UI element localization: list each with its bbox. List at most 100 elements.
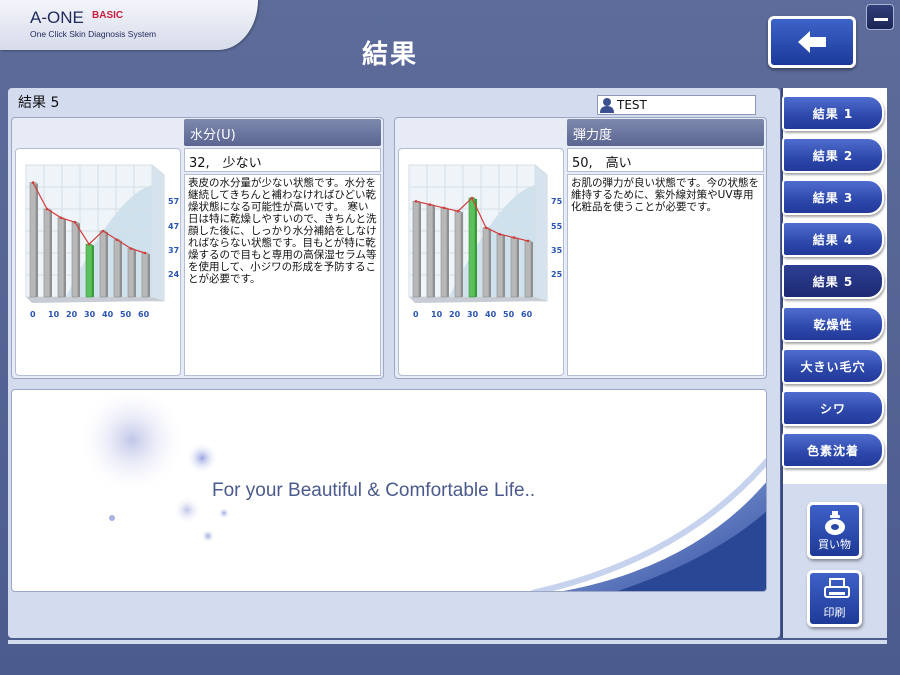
chart-trend-point xyxy=(115,238,119,242)
chart-trend-point xyxy=(59,216,63,220)
chart-bar-side xyxy=(148,254,150,297)
chart-trend-point xyxy=(484,226,488,229)
chart-bar-side xyxy=(134,249,136,297)
chart-bar-side xyxy=(92,245,94,297)
chart-bar xyxy=(482,227,490,298)
chart-bar xyxy=(57,217,65,298)
chart-trend-point xyxy=(101,229,105,233)
metric-panel-moisture: 57 47 37 24 0 10 20 30 40 50 60 水分(U) 32, 少ない 表皮の水… xyxy=(11,117,384,379)
shop-button[interactable]: 買い物 xyxy=(807,502,862,559)
sidebar-item-wrinkles[interactable]: シワ xyxy=(782,390,884,426)
chart-x-tick: 50 xyxy=(503,310,515,319)
chart-bar xyxy=(426,204,434,298)
chart-bar-side xyxy=(120,240,122,297)
sidebar-item-result-1[interactable]: 結果 1 xyxy=(782,95,884,131)
chart-trend-point xyxy=(414,200,418,203)
chart-x-tick: 20 xyxy=(66,310,78,319)
chart-bar xyxy=(127,248,135,298)
chart-y-tick: 25 xyxy=(551,270,563,279)
printer-icon xyxy=(824,578,850,598)
chart-x-tick: 30 xyxy=(84,310,96,319)
chart-bar-side xyxy=(461,212,463,297)
metric-description: 表皮の水分量が少ない状態です。水分を継続してきちんと補わなければひどい乾燥状態に… xyxy=(184,174,381,376)
sidebar-item-dryness[interactable]: 乾燥性 xyxy=(782,306,884,342)
chart-trend-point xyxy=(498,233,502,236)
sidebar-item-result-5[interactable]: 結果 5 xyxy=(782,263,884,299)
chart-y-tick: 24 xyxy=(168,270,180,279)
metric-title: 弾力度 xyxy=(567,119,764,146)
chart-bar-side xyxy=(419,202,421,297)
arrow-left-icon xyxy=(798,31,826,53)
chart-trend-point xyxy=(526,239,530,243)
chart-trend-point xyxy=(45,207,49,211)
chart-trend-point xyxy=(456,209,460,213)
chart-trend-point xyxy=(143,251,147,255)
chart-bar-side xyxy=(36,183,38,297)
chart-bar-side xyxy=(531,241,533,297)
elasticity-chart-svg: 75 55 35 25 0 10 20 30 40 50 60 xyxy=(408,164,563,319)
metric-value: 50, 高い xyxy=(567,148,764,172)
chart-x-tick: 60 xyxy=(138,310,150,319)
chart-bar xyxy=(454,210,462,298)
page-title: 結果 xyxy=(361,40,418,70)
back-button[interactable] xyxy=(768,16,856,68)
sidebar-item-result-2[interactable]: 結果 2 xyxy=(782,137,884,173)
chart-bar-side xyxy=(503,235,505,297)
chart-x-tick: 30 xyxy=(467,310,479,319)
chart-bar xyxy=(43,208,51,298)
metric-value: 32, 少ない xyxy=(184,148,381,172)
chart-bar xyxy=(71,221,79,298)
chart-bar xyxy=(99,230,107,298)
print-button[interactable]: 印刷 xyxy=(807,570,862,627)
minimize-button[interactable] xyxy=(866,4,894,30)
chart-bar xyxy=(524,240,532,298)
chart-bar xyxy=(468,197,476,298)
sidebar-item-pigmentation[interactable]: 色素沈着 xyxy=(782,432,884,468)
chart-trend-point xyxy=(31,181,35,184)
chart-y-tick: 55 xyxy=(551,222,563,231)
result-label: 結果 5 xyxy=(18,95,60,111)
chart-y-tick: 47 xyxy=(168,222,179,231)
bottom-strip xyxy=(8,640,887,644)
chart-bar xyxy=(496,234,504,298)
sidebar-item-result-4[interactable]: 結果 4 xyxy=(782,221,884,257)
shop-label: 買い物 xyxy=(818,538,851,551)
banner-tagline: For your Beautiful & Comfortable Life.. xyxy=(212,480,536,501)
chart-bar xyxy=(440,207,448,298)
cosmetic-jar-icon xyxy=(825,511,845,535)
chart-trend-point xyxy=(442,206,446,210)
user-icon xyxy=(600,98,614,113)
logo-main: A-ONE xyxy=(30,8,84,27)
chart-x-tick: 10 xyxy=(431,310,443,319)
moisture-chart-svg: 57 47 37 24 0 10 20 30 40 50 60 xyxy=(25,164,180,319)
chart-trend-point xyxy=(470,196,474,200)
chart-floor xyxy=(409,297,547,303)
chart-bar xyxy=(85,243,93,298)
banner: For your Beautiful & Comfortable Life.. xyxy=(11,389,767,592)
chart-x-tick: 60 xyxy=(521,310,533,319)
chart-moisture: 57 47 37 24 0 10 20 30 40 50 60 xyxy=(15,148,181,376)
chart-trend-point xyxy=(428,203,432,206)
sidebar-item-result-3[interactable]: 結果 3 xyxy=(782,179,884,215)
metric-title: 水分(U) xyxy=(184,119,381,146)
chart-side-wall xyxy=(152,165,164,301)
chart-trend-point xyxy=(73,220,77,224)
chart-bar-side xyxy=(50,210,52,297)
chart-bar-side xyxy=(78,223,80,297)
chart-bar-side xyxy=(517,238,519,297)
chart-floor xyxy=(26,297,164,303)
chart-bar-side xyxy=(106,232,108,297)
chart-bar xyxy=(141,252,149,298)
chart-y-tick: 75 xyxy=(551,197,563,206)
chart-trend-point xyxy=(512,236,516,239)
chart-y-tick: 57 xyxy=(168,197,179,206)
chart-y-tick: 37 xyxy=(168,246,179,255)
chart-bar-side xyxy=(489,228,491,297)
metric-panel-elasticity: 75 55 35 25 0 10 20 30 40 50 60 弾力度 50, 高い お肌の弾力が良… xyxy=(394,117,767,379)
chart-bar-side xyxy=(447,208,449,297)
chart-bar-side xyxy=(433,205,435,297)
chart-trend-point xyxy=(129,247,133,250)
user-name: TEST xyxy=(617,98,647,112)
chart-x-tick: 40 xyxy=(485,310,497,319)
sidebar-item-large-pores[interactable]: 大きい毛穴 xyxy=(782,348,884,384)
